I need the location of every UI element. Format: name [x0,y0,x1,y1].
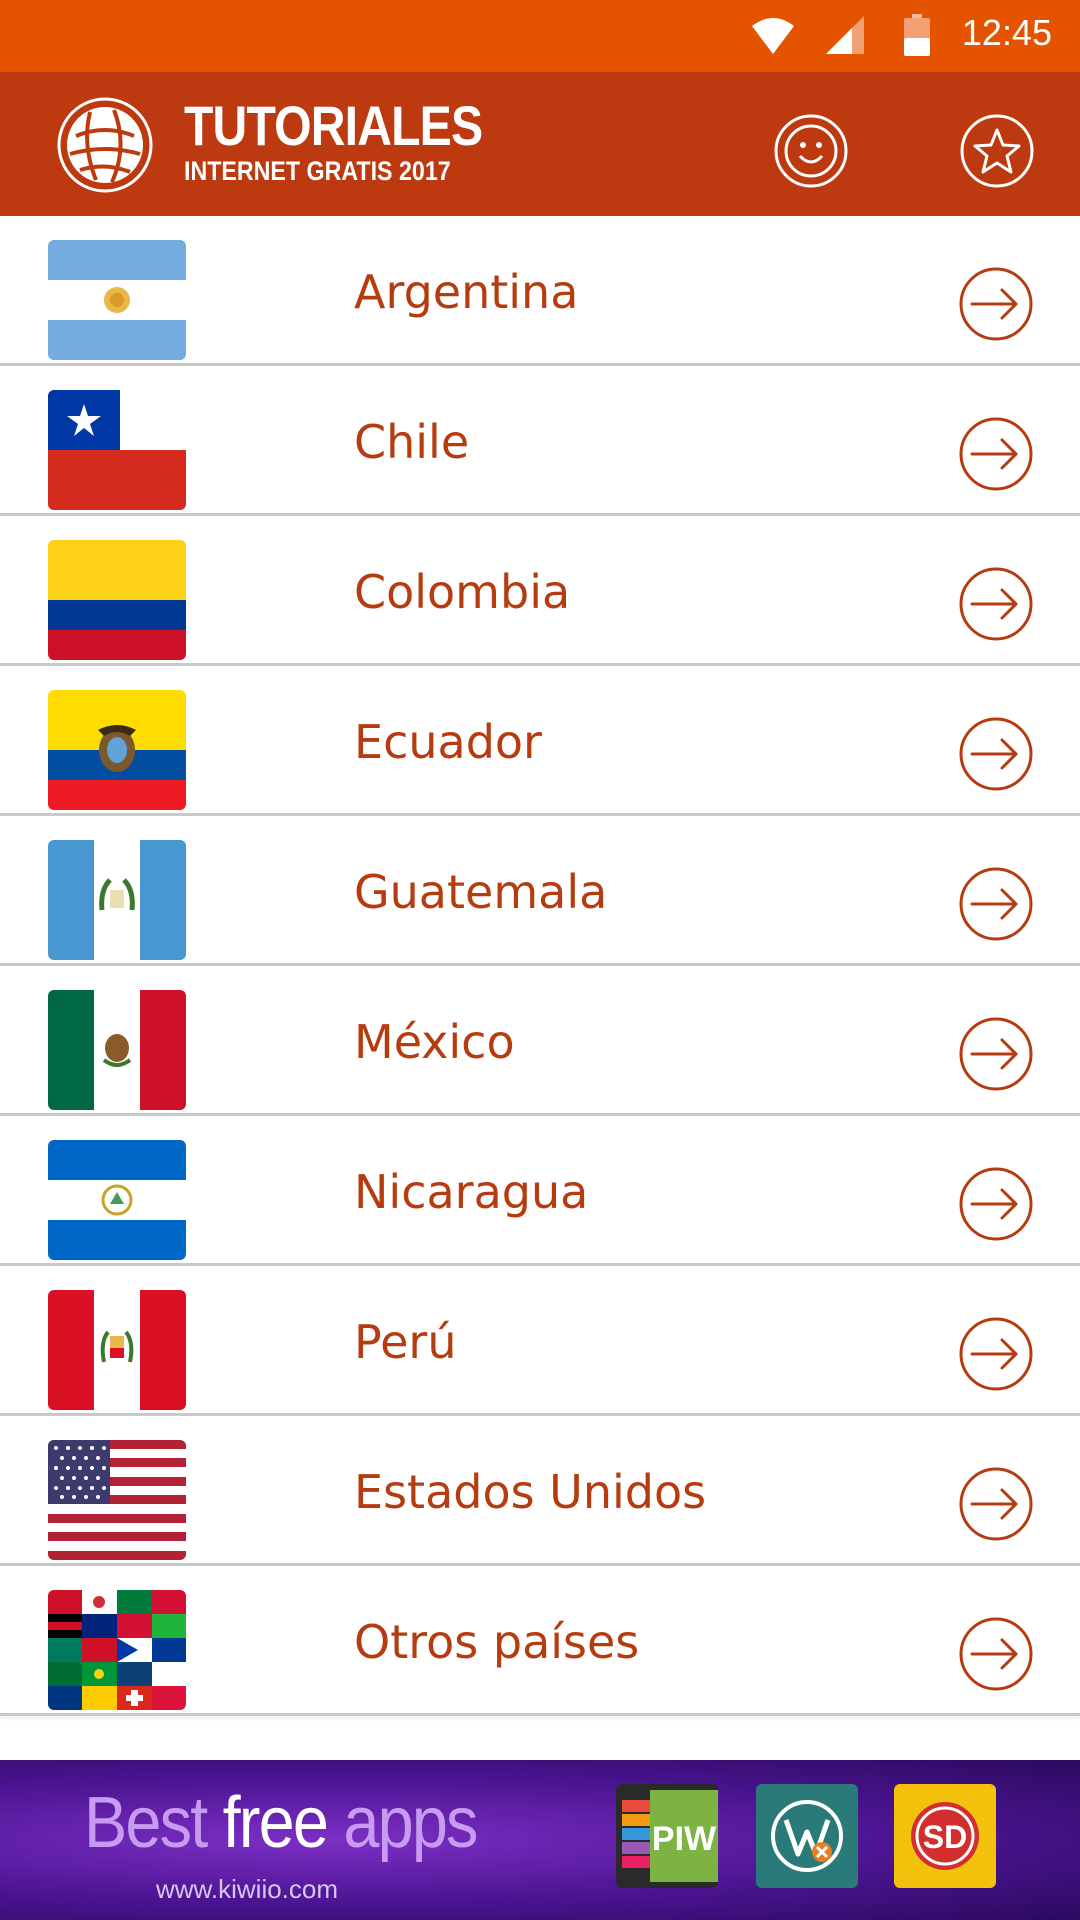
status-bar: 12:45 [0,0,1080,72]
country-name: Chile [354,415,470,469]
country-row-guatemala[interactable]: Guatemala [0,816,1080,966]
country-name: Estados Unidos [354,1465,707,1519]
arrow-right-icon[interactable] [958,866,1034,942]
mexico-flag-icon [48,990,186,1110]
arrow-right-icon[interactable] [958,266,1034,342]
star-icon[interactable] [958,112,1036,190]
country-row-others[interactable]: Otros países [0,1566,1080,1716]
status-time: 12:45 [961,12,1052,53]
arrow-right-icon[interactable] [958,716,1034,792]
ad-url: www.kiwiio.com [156,1874,339,1904]
smiley-icon[interactable] [772,112,850,190]
country-name: Nicaragua [354,1165,589,1219]
country-row-mexico[interactable]: México [0,966,1080,1116]
ecuador-flag-icon [48,690,186,810]
arrow-right-icon[interactable] [958,1016,1034,1092]
country-list: Argentina Chile Colombia Ecuador Guatema… [0,216,1080,1716]
app-bar: TUTORIALES INTERNET GRATIS 2017 [0,72,1080,216]
app-title: TUTORIALES [184,94,483,157]
sd-app-icon[interactable]: SD [894,1784,996,1888]
arrow-right-icon[interactable] [958,1466,1034,1542]
country-name: Argentina [354,265,579,319]
app-subtitle: INTERNET GRATIS 2017 [184,156,451,186]
cell-signal-icon [826,16,864,60]
ad-title-part: free [222,1783,329,1863]
country-row-nicaragua[interactable]: Nicaragua [0,1116,1080,1266]
country-name: Ecuador [354,715,542,769]
piw-app-icon[interactable]: PIW [616,1784,718,1888]
country-row-usa[interactable]: Estados Unidos [0,1416,1080,1566]
colombia-flag-icon [48,540,186,660]
ad-title-part: Best [84,1783,223,1863]
peru-flag-icon [48,1290,186,1410]
globe-logo-icon [56,96,154,194]
arrow-right-icon[interactable] [958,1616,1034,1692]
country-row-argentina[interactable]: Argentina [0,216,1080,366]
wifi-icon [752,16,794,60]
argentina-flag-icon [48,240,186,360]
ad-banner[interactable]: Best free apps www.kiwiio.com PIW SD [0,1760,1080,1920]
country-name: México [354,1015,515,1069]
ad-title: Best free apps [84,1782,478,1864]
country-row-peru[interactable]: Perú [0,1266,1080,1416]
country-row-ecuador[interactable]: Ecuador [0,666,1080,816]
sd-app-label: SD [923,1819,967,1855]
battery-icon [904,14,930,60]
chile-flag-icon [48,390,186,510]
ad-title-part: apps [327,1783,478,1863]
world-flags-icon [48,1590,186,1710]
country-name: Guatemala [354,865,608,919]
nicaragua-flag-icon [48,1140,186,1260]
w-app-icon[interactable] [756,1784,858,1888]
country-row-chile[interactable]: Chile [0,366,1080,516]
piw-app-label: PIW [652,1820,717,1858]
usa-flag-icon [48,1440,186,1560]
arrow-right-icon[interactable] [958,1316,1034,1392]
arrow-right-icon[interactable] [958,1166,1034,1242]
country-row-colombia[interactable]: Colombia [0,516,1080,666]
arrow-right-icon[interactable] [958,566,1034,642]
country-name: Otros países [354,1615,640,1669]
country-name: Colombia [354,565,571,619]
arrow-right-icon[interactable] [958,416,1034,492]
guatemala-flag-icon [48,840,186,960]
country-name: Perú [354,1315,457,1369]
